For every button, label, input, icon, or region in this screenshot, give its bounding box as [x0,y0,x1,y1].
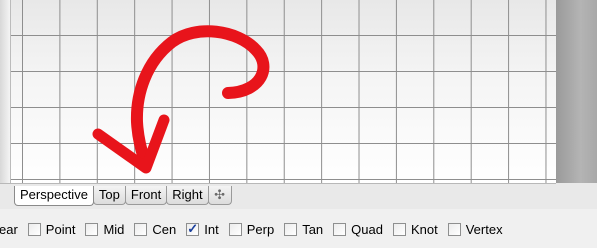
tab-right[interactable]: Right [166,186,209,205]
tab-front[interactable]: Front [124,186,168,205]
osnap-int-label: Int [204,221,219,237]
osnap-knot-checkbox[interactable] [392,222,406,236]
osnap-int-checkbox[interactable]: ✓ [186,220,200,236]
add-viewport-tab-icon[interactable]: ✣ [207,186,232,205]
osnap-perp[interactable]: Perp [228,221,275,237]
osnap-quad-checkbox[interactable] [333,222,347,236]
osnap-mid[interactable]: Mid [85,222,124,237]
viewport-left-edge [0,0,11,183]
osnap-mid-label: Mid [103,221,125,237]
checkmark-icon: ✓ [187,220,199,236]
osnap-perp-label: Perp [246,221,275,237]
perspective-viewport[interactable] [0,0,556,183]
osnap-quad[interactable]: Quad [333,222,383,237]
tab-perspective[interactable]: Perspective [14,186,94,206]
osnap-quad-label: Quad [351,221,383,237]
osnap-point[interactable]: Point [27,221,76,237]
tab-top[interactable]: Top [92,186,126,205]
osnap-cen-checkbox[interactable] [134,222,148,236]
osnap-vertex-label: Vertex [465,221,503,237]
osnap-tan-label: Tan [302,221,324,237]
osnap-vertex[interactable]: Vertex [447,221,503,237]
osnap-tan[interactable]: Tan [284,222,323,237]
osnap-row: ear Point Mid Cen ✓ Int Perp Tan Quad Kn… [0,220,513,238]
osnap-knot[interactable]: Knot [392,221,438,237]
osnap-point-label: Point [45,221,76,237]
osnap-vertex-checkbox[interactable] [447,222,461,236]
osnap-int[interactable]: ✓ Int [186,220,219,237]
osnap-tan-checkbox[interactable] [284,222,298,236]
viewport-tab-strip-fill [556,183,597,209]
viewport-tabs: Perspective Top Front Right ✣ [14,186,232,206]
side-panel-shade [556,0,597,185]
osnap-mid-checkbox[interactable] [85,222,99,236]
osnap-cen[interactable]: Cen [134,222,176,237]
osnap-knot-label: Knot [410,221,438,237]
osnap-near-label-truncated: ear [0,221,18,237]
osnap-cen-label: Cen [152,221,177,237]
osnap-point-checkbox[interactable] [27,222,41,236]
osnap-perp-checkbox[interactable] [228,222,242,236]
osnap-bar: ear Point Mid Cen ✓ Int Perp Tan Quad Kn… [0,209,597,248]
